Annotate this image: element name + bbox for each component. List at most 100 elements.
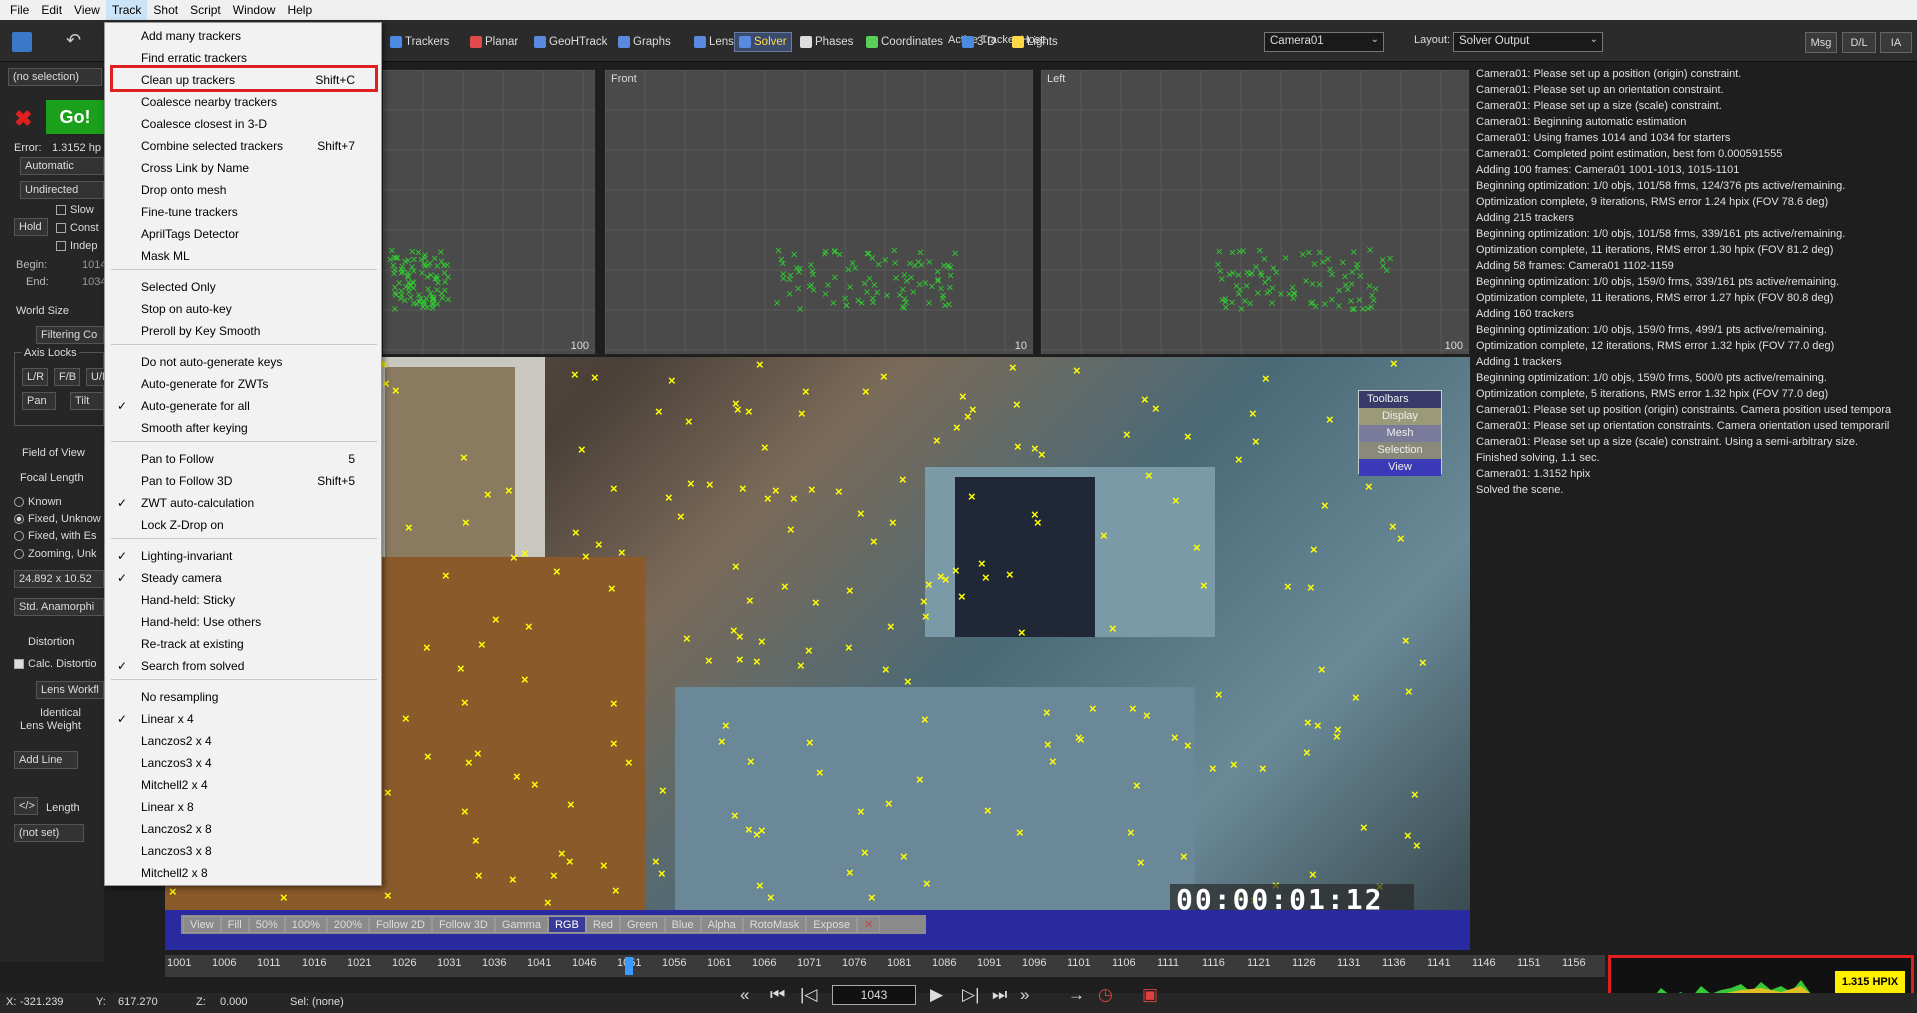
tracker-marker[interactable]: ×	[862, 385, 870, 398]
zooming-radio[interactable]	[14, 549, 24, 560]
tracker-marker[interactable]: ×	[767, 891, 775, 904]
tracker-marker[interactable]: ×	[808, 483, 816, 496]
tracker-marker[interactable]: ×	[953, 421, 961, 434]
tracker-marker[interactable]: ×	[1049, 755, 1057, 768]
tracker-marker[interactable]: ×	[904, 675, 912, 688]
tracker-marker[interactable]: ×	[916, 773, 924, 786]
play-icon[interactable]: ▶	[930, 985, 943, 1005]
menu-item-lanczos2-x-8[interactable]: Lanczos2 x 8	[105, 818, 383, 840]
tracker-marker[interactable]: ×	[816, 766, 824, 779]
menu-item-linear-x-4[interactable]: ✓ Linear x 4	[105, 708, 383, 730]
hold-button[interactable]: Hold	[14, 218, 48, 236]
tracker-marker[interactable]: ×	[1043, 706, 1051, 719]
forward-arrow-icon[interactable]: →	[1068, 985, 1085, 1005]
tracker-marker[interactable]: ×	[424, 750, 432, 763]
tracker-marker[interactable]: ×	[1419, 656, 1427, 669]
menu-item-mitchell2-x-8[interactable]: Mitchell2 x 8	[105, 862, 383, 884]
dl-button[interactable]: D/L	[1842, 32, 1876, 53]
tracker-marker[interactable]: ×	[722, 719, 730, 732]
save-icon[interactable]	[12, 32, 32, 52]
tracker-marker[interactable]: ×	[1413, 839, 1421, 852]
tracker-marker[interactable]: ×	[1184, 430, 1192, 443]
tracker-marker[interactable]: ×	[472, 834, 480, 847]
first-frame-icon[interactable]: ⏮	[770, 985, 785, 1005]
tracker-marker[interactable]: ×	[1284, 580, 1292, 593]
tracker-marker[interactable]: ×	[582, 550, 590, 563]
indep-checkbox[interactable]	[56, 241, 66, 252]
tracker-marker[interactable]: ×	[756, 358, 764, 371]
tab-3-d[interactable]: 3-D	[958, 32, 1000, 52]
tracker-marker[interactable]: ×	[1034, 516, 1042, 529]
viewport-top[interactable]: × × × × × × × × × × × × × × × × × × × × × × × × × × × × × × × × × × × × × × × ×…	[382, 69, 596, 355]
tracker-marker[interactable]: ×	[1193, 541, 1201, 554]
tracker-marker[interactable]: ×	[732, 560, 740, 573]
tracker-marker[interactable]: ×	[382, 377, 390, 390]
menu-item-lighting-invariant[interactable]: ✓ Lighting-invariant	[105, 545, 383, 567]
viewbar-200-[interactable]: 200%	[326, 916, 370, 933]
tracker-marker[interactable]: ×	[1390, 357, 1398, 370]
menu-item-hand-held-use-others[interactable]: Hand-held: Use others	[105, 611, 383, 633]
tracker-marker[interactable]: ×	[925, 578, 933, 591]
viewbar-follow-3d[interactable]: Follow 3D	[431, 916, 495, 933]
next-key-icon[interactable]: ▷|	[962, 985, 980, 1005]
tracker-marker[interactable]: ×	[1405, 685, 1413, 698]
tab-lens[interactable]: Lens	[690, 32, 738, 52]
menu-item-hand-held-sticky[interactable]: Hand-held: Sticky	[105, 589, 383, 611]
menu-item-add-many-trackers[interactable]: Add many trackers	[105, 25, 383, 47]
tracker-marker[interactable]: ×	[1009, 361, 1017, 374]
selection-combo[interactable]: (no selection)	[8, 68, 102, 86]
tab-coordinates[interactable]: Coordinates	[862, 32, 947, 52]
tracker-marker[interactable]: ×	[1360, 821, 1368, 834]
tracker-marker[interactable]: ×	[857, 507, 865, 520]
tracker-marker[interactable]: ×	[1389, 520, 1397, 533]
menu-item-mitchell2-x-4[interactable]: Mitchell2 x 4	[105, 774, 383, 796]
tab-lights[interactable]: Lights	[1008, 32, 1062, 52]
mode-combo[interactable]: Automatic	[20, 157, 104, 175]
timeline[interactable]: 1001 1006 1011 1016 1021 1026 1031 1036 1041 1046…	[165, 955, 1605, 977]
menu-track[interactable]: Track	[105, 0, 148, 20]
tracker-marker[interactable]: ×	[1318, 663, 1326, 676]
menu-item-lanczos3-x-8[interactable]: Lanczos3 x 8	[105, 840, 383, 862]
tracker-marker[interactable]: ×	[1133, 779, 1141, 792]
menu-item-auto-generate-for-zwts[interactable]: Auto-generate for ZWTs	[105, 373, 383, 395]
tracker-marker[interactable]: ×	[1016, 826, 1024, 839]
toolbars-selection[interactable]: Selection	[1359, 442, 1441, 459]
tracker-marker[interactable]: ×	[521, 547, 529, 560]
viewbar-50-[interactable]: 50%	[248, 916, 285, 933]
tracker-marker[interactable]: ×	[392, 384, 400, 397]
last-frame-icon[interactable]: ⏭	[992, 985, 1007, 1005]
undo-icon[interactable]: ↶	[66, 30, 81, 51]
tracker-marker[interactable]: ×	[600, 859, 608, 872]
tracker-marker[interactable]: ×	[384, 889, 392, 902]
viewbar-100-[interactable]: 100%	[284, 916, 327, 933]
tab-trackers[interactable]: Trackers	[386, 32, 453, 52]
fixed-unknown-radio[interactable]	[14, 514, 24, 525]
menu-item-lanczos3-x-4[interactable]: Lanczos3 x 4	[105, 752, 383, 774]
menu-item-linear-x-8[interactable]: Linear x 8	[105, 796, 383, 818]
tracker-marker[interactable]: ×	[1326, 413, 1334, 426]
tracker-marker[interactable]: ×	[968, 490, 976, 503]
tracker-marker[interactable]: ×	[845, 641, 853, 654]
tracker-marker[interactable]: ×	[787, 523, 795, 536]
viewbar-follow-2d[interactable]: Follow 2D	[369, 916, 432, 933]
tracker-marker[interactable]: ×	[952, 564, 960, 577]
tracker-marker[interactable]: ×	[625, 756, 633, 769]
viewport-front[interactable]: × × × × × × × × × × × × × × × × × × × × × × × × × × × × × × × × × × × × × × × ×…	[604, 69, 1034, 355]
tracker-marker[interactable]: ×	[1073, 364, 1081, 377]
tracker-marker[interactable]: ×	[1397, 532, 1405, 545]
tracker-marker[interactable]: ×	[758, 824, 766, 837]
tracker-marker[interactable]: ×	[475, 869, 483, 882]
tracker-marker[interactable]: ×	[798, 407, 806, 420]
menu-item-drop-onto-mesh[interactable]: Drop onto mesh	[105, 179, 383, 201]
tracker-marker[interactable]: ×	[764, 492, 772, 505]
const-checkbox[interactable]	[56, 223, 66, 234]
solver-output-log[interactable]: Camera01: Please set up a position (orig…	[1476, 62, 1917, 762]
menu-item-pan-to-follow-3d[interactable]: Pan to Follow 3D Shift+5	[105, 470, 383, 492]
tracker-marker[interactable]: ×	[544, 896, 552, 909]
tracker-marker[interactable]: ×	[405, 521, 413, 534]
add-line-button[interactable]: Add Line	[14, 751, 78, 769]
fov-label[interactable]: Field of View	[22, 447, 85, 459]
menu-item-pan-to-follow[interactable]: Pan to Follow 5	[105, 448, 383, 470]
menu-item-coalesce-nearby-trackers[interactable]: Coalesce nearby trackers	[105, 91, 383, 113]
tracker-marker[interactable]: ×	[509, 873, 517, 886]
